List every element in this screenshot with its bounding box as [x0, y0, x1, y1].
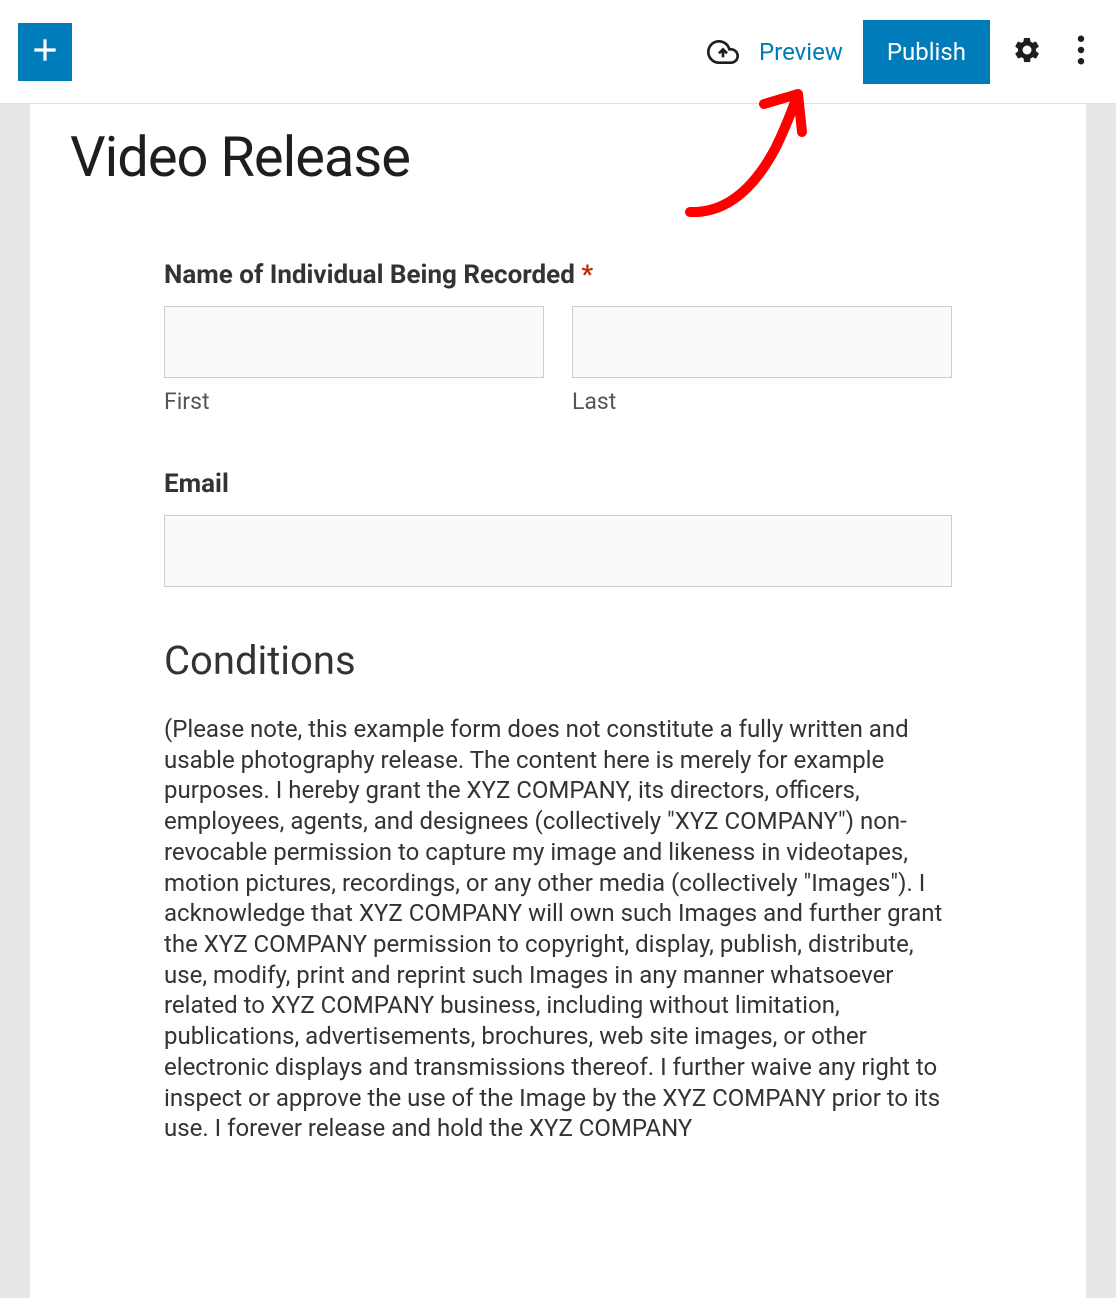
last-name-col: Last: [572, 306, 952, 415]
first-name-input[interactable]: [164, 306, 544, 378]
required-mark: *: [581, 260, 593, 290]
publish-button[interactable]: Publish: [863, 20, 990, 84]
page-title[interactable]: Video Release: [70, 124, 1046, 190]
settings-button[interactable]: [1010, 35, 1044, 69]
editor-canvas: Video Release Name of Individual Being R…: [0, 104, 1116, 1298]
cloud-save-icon[interactable]: [707, 36, 739, 68]
preview-link[interactable]: Preview: [759, 38, 843, 66]
name-label-text: Name of Individual Being Recorded: [164, 260, 575, 290]
more-vertical-icon: [1077, 35, 1085, 69]
add-block-button[interactable]: [18, 23, 72, 81]
conditions-heading: Conditions: [164, 637, 952, 684]
editor-toolbar: Preview Publish: [0, 0, 1116, 104]
name-input-row: First Last: [164, 306, 952, 415]
name-field-label: Name of Individual Being Recorded *: [164, 260, 952, 290]
last-name-input[interactable]: [572, 306, 952, 378]
gear-icon: [1012, 35, 1042, 69]
email-field-label: Email: [164, 469, 952, 499]
first-name-col: First: [164, 306, 544, 415]
form-container: Name of Individual Being Recorded * Firs…: [70, 260, 1046, 1144]
last-name-sublabel: Last: [572, 388, 952, 415]
toolbar-right-group: Preview Publish: [707, 20, 1098, 84]
page-content: Video Release Name of Individual Being R…: [30, 104, 1086, 1298]
first-name-sublabel: First: [164, 388, 544, 415]
conditions-body-text: (Please note, this example form does not…: [164, 714, 952, 1144]
plus-icon: [29, 34, 61, 70]
more-options-button[interactable]: [1064, 35, 1098, 69]
email-input[interactable]: [164, 515, 952, 587]
email-block: Email: [164, 469, 952, 587]
